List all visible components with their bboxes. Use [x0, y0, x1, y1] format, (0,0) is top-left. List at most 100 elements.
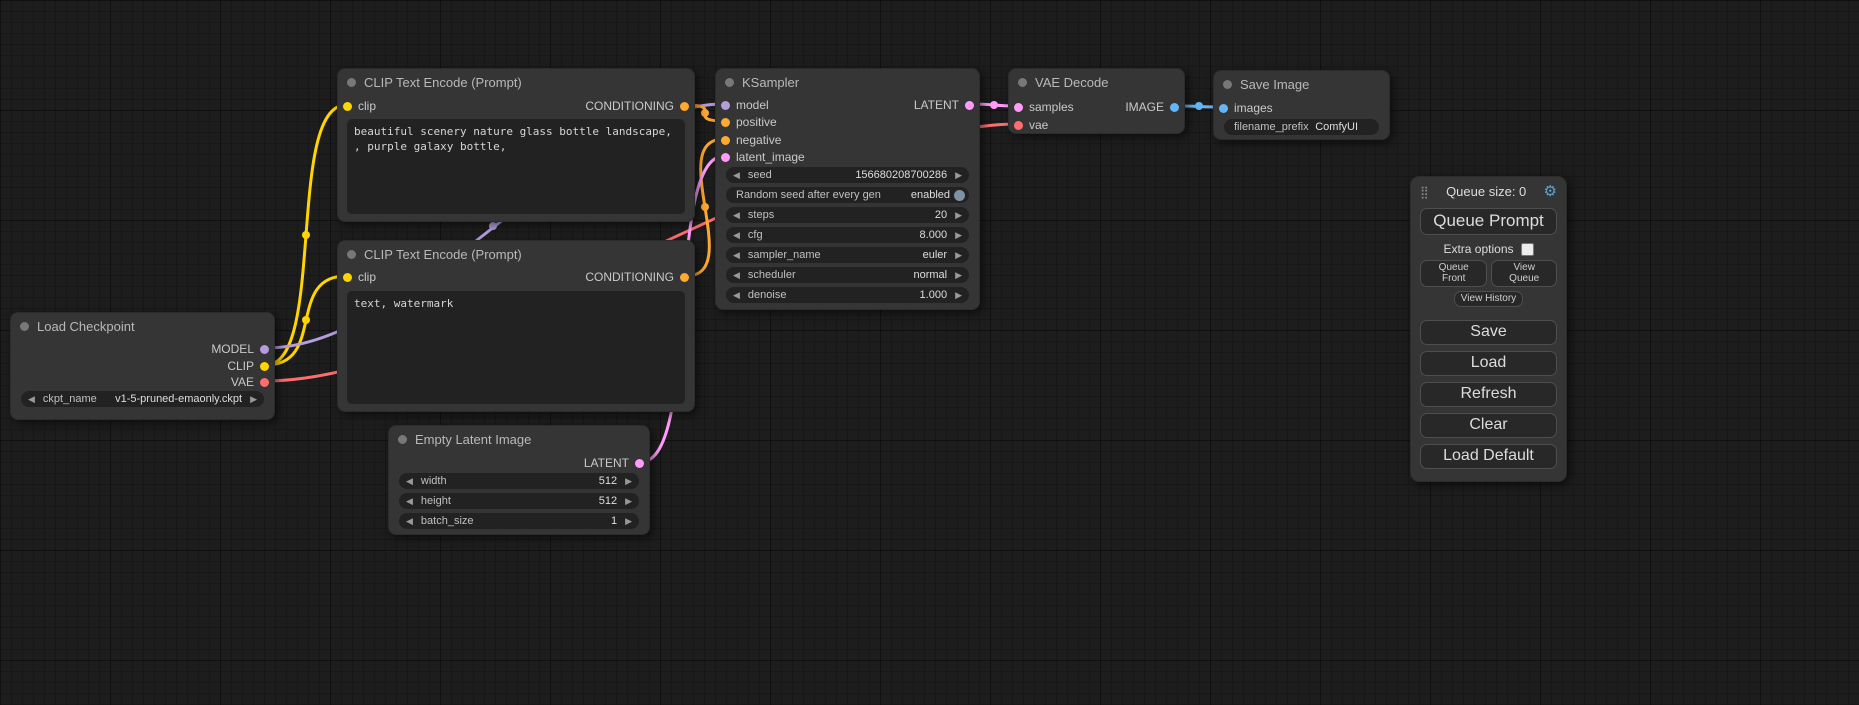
- node-ksampler[interactable]: KSampler model LATENT positive negative …: [715, 68, 980, 310]
- load-button[interactable]: Load: [1420, 351, 1557, 376]
- slot-label: vae: [1029, 118, 1048, 132]
- drag-handle-icon[interactable]: ⣿: [1420, 185, 1429, 199]
- filename-prefix-widget[interactable]: filename_prefix ComfyUI: [1224, 119, 1379, 135]
- increment-arrow-icon[interactable]: ▶: [955, 171, 962, 180]
- collapse-dot-icon[interactable]: [725, 78, 734, 87]
- cfg-widget[interactable]: ◀ cfg 8.000 ▶: [726, 227, 969, 243]
- conditioning-output-port[interactable]: [680, 273, 689, 282]
- node-titlebar[interactable]: Load Checkpoint: [11, 313, 274, 339]
- model-output-port[interactable]: [260, 345, 269, 354]
- positive-input-port[interactable]: [721, 118, 730, 127]
- widget-name: sampler_name: [748, 249, 821, 261]
- graph-canvas[interactable]: { "icons": { "left_arrow": "◀", "right_a…: [0, 0, 1859, 705]
- link-midpoint-dot: [302, 231, 310, 239]
- node-titlebar[interactable]: CLIP Text Encode (Prompt): [338, 69, 694, 95]
- images-input-port[interactable]: [1219, 104, 1228, 113]
- slot-label: latent_image: [736, 150, 805, 164]
- node-empty-latent-image[interactable]: Empty Latent Image LATENT ◀ width 512 ▶ …: [388, 425, 650, 535]
- queue-prompt-button[interactable]: Queue Prompt: [1420, 208, 1557, 235]
- node-titlebar[interactable]: Save Image: [1214, 71, 1389, 97]
- node-titlebar[interactable]: Empty Latent Image: [389, 426, 649, 452]
- vae-output-port[interactable]: [260, 378, 269, 387]
- view-history-button[interactable]: View History: [1454, 291, 1523, 307]
- clear-button[interactable]: Clear: [1420, 413, 1557, 438]
- widget-name: batch_size: [421, 515, 474, 527]
- node-vae-decode[interactable]: VAE Decode samples IMAGE vae: [1008, 68, 1185, 134]
- latent-output-port[interactable]: [635, 459, 644, 468]
- settings-gear-icon[interactable]: ⚙: [1544, 184, 1557, 199]
- collapse-dot-icon[interactable]: [1018, 78, 1027, 87]
- decrement-arrow-icon[interactable]: ◀: [406, 517, 413, 526]
- increment-arrow-icon[interactable]: ▶: [955, 271, 962, 280]
- widget-name: steps: [748, 209, 774, 221]
- widget-name: seed: [748, 169, 772, 181]
- node-title: CLIP Text Encode (Prompt): [364, 247, 522, 262]
- extra-options-checkbox[interactable]: [1521, 243, 1534, 256]
- node-clip-text-encode-negative[interactable]: CLIP Text Encode (Prompt) clip CONDITION…: [337, 240, 695, 412]
- increment-arrow-icon[interactable]: ▶: [955, 291, 962, 300]
- decrement-arrow-icon[interactable]: ◀: [733, 291, 740, 300]
- node-titlebar[interactable]: VAE Decode: [1009, 69, 1184, 95]
- collapse-dot-icon[interactable]: [1223, 80, 1232, 89]
- link-midpoint-dot: [1195, 102, 1203, 110]
- ckpt-name-widget[interactable]: ◀ ckpt_name v1-5-pruned-emaonly.ckpt ▶: [21, 391, 264, 407]
- input-slot-latent-image: latent_image: [716, 149, 979, 165]
- increment-arrow-icon[interactable]: ▶: [955, 231, 962, 240]
- comfy-menu-panel: ⣿ Queue size: 0 ⚙ Queue Prompt Extra opt…: [1410, 176, 1567, 482]
- node-load-checkpoint[interactable]: Load Checkpoint MODEL CLIP VAE ◀ ckpt_na…: [10, 312, 275, 420]
- decrement-arrow-icon[interactable]: ◀: [406, 497, 413, 506]
- widget-name: cfg: [748, 229, 763, 241]
- toggle-knob[interactable]: [954, 190, 965, 201]
- decrement-arrow-icon[interactable]: ◀: [406, 477, 413, 486]
- collapse-dot-icon[interactable]: [398, 435, 407, 444]
- increment-arrow-icon[interactable]: ▶: [250, 395, 257, 404]
- decrement-arrow-icon[interactable]: ◀: [733, 171, 740, 180]
- increment-arrow-icon[interactable]: ▶: [955, 211, 962, 220]
- input-slot-positive: positive: [716, 114, 979, 130]
- widget-name: ckpt_name: [43, 393, 97, 405]
- increment-arrow-icon[interactable]: ▶: [955, 251, 962, 260]
- view-queue-button[interactable]: View Queue: [1491, 260, 1557, 287]
- clip-output-port[interactable]: [260, 362, 269, 371]
- slot-label: MODEL: [211, 342, 254, 356]
- negative-input-port[interactable]: [721, 136, 730, 145]
- seed-widget[interactable]: ◀ seed 156680208700286 ▶: [726, 167, 969, 183]
- load-default-button[interactable]: Load Default: [1420, 444, 1557, 469]
- batch-size-widget[interactable]: ◀ batch_size 1 ▶: [399, 513, 639, 529]
- save-button[interactable]: Save: [1420, 320, 1557, 345]
- collapse-dot-icon[interactable]: [20, 322, 29, 331]
- denoise-widget[interactable]: ◀ denoise 1.000 ▶: [726, 287, 969, 303]
- node-save-image[interactable]: Save Image images filename_prefix ComfyU…: [1213, 70, 1390, 140]
- node-titlebar[interactable]: KSampler: [716, 69, 979, 95]
- latent-image-input-port[interactable]: [721, 153, 730, 162]
- queue-size-label: Queue size: 0: [1446, 184, 1526, 199]
- queue-front-button[interactable]: Queue Front: [1420, 260, 1487, 287]
- width-widget[interactable]: ◀ width 512 ▶: [399, 473, 639, 489]
- increment-arrow-icon[interactable]: ▶: [625, 477, 632, 486]
- conditioning-output-port[interactable]: [680, 102, 689, 111]
- output-slot-latent: LATENT: [716, 97, 979, 113]
- increment-arrow-icon[interactable]: ▶: [625, 497, 632, 506]
- node-title: Empty Latent Image: [415, 432, 531, 447]
- collapse-dot-icon[interactable]: [347, 78, 356, 87]
- sampler-name-widget[interactable]: ◀ sampler_name euler ▶: [726, 247, 969, 263]
- refresh-button[interactable]: Refresh: [1420, 382, 1557, 407]
- decrement-arrow-icon[interactable]: ◀: [28, 395, 35, 404]
- image-output-port[interactable]: [1170, 103, 1179, 112]
- increment-arrow-icon[interactable]: ▶: [625, 517, 632, 526]
- decrement-arrow-icon[interactable]: ◀: [733, 211, 740, 220]
- decrement-arrow-icon[interactable]: ◀: [733, 271, 740, 280]
- steps-widget[interactable]: ◀ steps 20 ▶: [726, 207, 969, 223]
- node-clip-text-encode-positive[interactable]: CLIP Text Encode (Prompt) clip CONDITION…: [337, 68, 695, 222]
- vae-input-port[interactable]: [1014, 121, 1023, 130]
- negative-prompt-text[interactable]: text, watermark: [347, 291, 685, 404]
- height-widget[interactable]: ◀ height 512 ▶: [399, 493, 639, 509]
- positive-prompt-text[interactable]: beautiful scenery nature glass bottle la…: [347, 119, 685, 214]
- node-titlebar[interactable]: CLIP Text Encode (Prompt): [338, 241, 694, 267]
- collapse-dot-icon[interactable]: [347, 250, 356, 259]
- latent-output-port[interactable]: [965, 101, 974, 110]
- scheduler-widget[interactable]: ◀ scheduler normal ▶: [726, 267, 969, 283]
- decrement-arrow-icon[interactable]: ◀: [733, 231, 740, 240]
- decrement-arrow-icon[interactable]: ◀: [733, 251, 740, 260]
- random-seed-toggle-widget[interactable]: Random seed after every gen enabled: [726, 187, 969, 203]
